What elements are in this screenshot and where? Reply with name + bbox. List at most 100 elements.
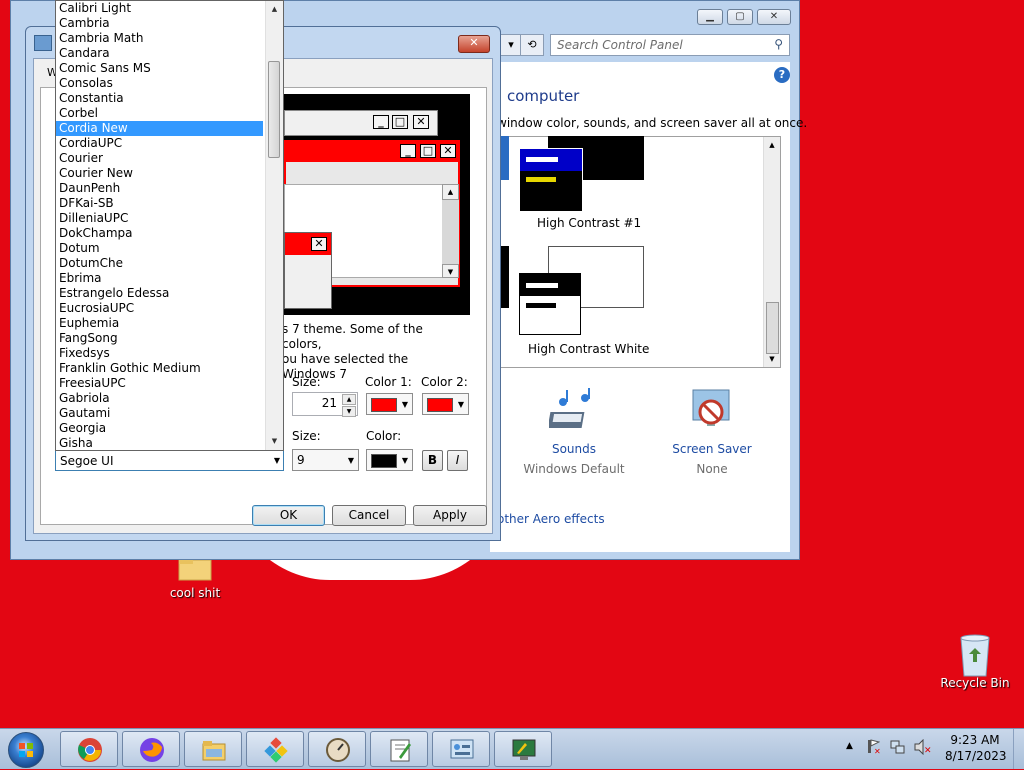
font-list-item[interactable]: Fixedsys — [56, 346, 263, 361]
font-select[interactable]: Segoe UI ▼ — [55, 450, 284, 471]
bold-button[interactable]: B — [422, 450, 443, 471]
theme-label[interactable]: High Contrast #1 — [537, 216, 641, 230]
font-list-item[interactable]: Estrangelo Edessa — [56, 286, 263, 301]
theme-thumbnail-hcw[interactable] — [519, 273, 581, 335]
scroll-up-icon[interactable]: ▲ — [266, 1, 283, 18]
font-list-item[interactable]: Franklin Gothic Medium — [56, 361, 263, 376]
font-color-swatch — [371, 454, 397, 468]
font-list-item[interactable]: Dotum — [56, 241, 263, 256]
font-list-item[interactable]: DaunPenh — [56, 181, 263, 196]
color1-picker[interactable]: ▼ — [366, 393, 413, 415]
color2-label: Color 2: — [421, 375, 468, 389]
scroll-thumb[interactable] — [766, 302, 779, 354]
desktop-icon-recycle-bin[interactable]: Recycle Bin — [935, 632, 1015, 690]
sounds-icon — [547, 386, 599, 436]
font-list-item[interactable]: Gisha — [56, 436, 263, 450]
font-list-item[interactable]: Consolas — [56, 76, 263, 91]
item-size-stepper[interactable]: 21 ▲ ▼ — [292, 392, 358, 417]
taskbar-app-button[interactable] — [494, 731, 552, 767]
taskbar-app-button[interactable] — [308, 731, 366, 767]
font-list-item[interactable]: Courier New — [56, 166, 263, 181]
preview-inactive-window[interactable]: _ □ ✕ — [284, 110, 438, 136]
taskbar-clock[interactable]: 9:23 AM 8/17/2023 — [945, 732, 1007, 764]
font-list-item[interactable]: Candara — [56, 46, 263, 61]
font-color-picker[interactable]: ▼ — [366, 449, 413, 471]
italic-button[interactable]: I — [447, 450, 468, 471]
action-center-icon[interactable]: ✕ — [866, 739, 881, 756]
font-list-item[interactable]: Euphemia — [56, 316, 263, 331]
taskbar-app-button[interactable] — [122, 731, 180, 767]
apply-button[interactable]: Apply — [413, 505, 487, 526]
close-button[interactable]: ✕ — [757, 9, 791, 25]
sounds-link[interactable]: Sounds Windows Default — [519, 386, 629, 476]
font-list-item[interactable]: DotumChe — [56, 256, 263, 271]
font-list-item[interactable]: FangSong — [56, 331, 263, 346]
font-dropdown-list[interactable]: Calibri Light Cambria Cambria Math Candara C… — [55, 0, 284, 451]
font-list-item[interactable]: Ebrima — [56, 271, 263, 286]
network-icon[interactable] — [890, 739, 906, 755]
font-list-item[interactable]: Georgia — [56, 421, 263, 436]
taskbar-app-button[interactable] — [184, 731, 242, 767]
preview-scrollbar[interactable]: ▲ ▼ — [442, 184, 459, 278]
font-size-select[interactable]: 9 ▼ — [292, 449, 359, 471]
preview-message-box[interactable]: ✕ — [284, 232, 332, 309]
cancel-button[interactable]: Cancel — [332, 505, 406, 526]
scroll-up-icon[interactable]: ▲ — [764, 141, 780, 149]
show-desktop-button[interactable] — [1013, 729, 1024, 769]
refresh-icon[interactable]: ⟲ — [520, 34, 544, 56]
font-list-item[interactable]: Calibri Light — [56, 1, 263, 16]
chevron-down-icon: ▼ — [273, 456, 280, 465]
font-list-item[interactable]: Comic Sans MS — [56, 61, 263, 76]
font-list-item[interactable]: Gabriola — [56, 391, 263, 406]
screen-saver-label[interactable]: Screen Saver — [657, 442, 767, 456]
font-list-scrollbar[interactable]: ▲ ▼ — [265, 1, 283, 450]
font-list-item[interactable]: EucrosiaUPC — [56, 301, 263, 316]
screen-saver-link[interactable]: Screen Saver None — [657, 386, 767, 476]
font-list-items: Calibri Light Cambria Cambria Math Candara C… — [56, 1, 283, 450]
theme-label[interactable]: High Contrast White — [528, 342, 649, 356]
font-list-item[interactable]: Courier — [56, 151, 263, 166]
increment-icon[interactable]: ▲ — [342, 394, 356, 405]
theme-list-scrollbar[interactable]: ▲ ▼ — [763, 137, 780, 367]
decrement-icon[interactable]: ▼ — [342, 406, 356, 417]
theme-thumbnail-hc1[interactable] — [519, 148, 583, 212]
address-dropdown-icon[interactable]: ▾ — [500, 34, 522, 56]
dialog-close-button[interactable]: ✕ — [458, 35, 490, 53]
maximize-button[interactable]: ▢ — [727, 9, 753, 25]
scroll-thumb[interactable] — [268, 61, 280, 158]
font-color-label: Color: — [366, 429, 402, 443]
font-list-item[interactable]: Gautami — [56, 406, 263, 421]
taskbar: ▲ ✕ ✕ — [0, 728, 1024, 769]
font-list-item[interactable]: Constantia — [56, 91, 263, 106]
font-list-item[interactable]: FreesiaUPC — [56, 376, 263, 391]
scroll-down-icon[interactable]: ▼ — [266, 433, 283, 450]
font-list-item[interactable]: Corbel — [56, 106, 263, 121]
start-button[interactable] — [8, 732, 44, 768]
font-list-item[interactable]: DilleniaUPC — [56, 211, 263, 226]
volume-muted-icon[interactable]: ✕ — [914, 738, 932, 756]
scroll-down-icon[interactable]: ▼ — [764, 355, 780, 363]
font-list-item[interactable]: Cambria Math — [56, 31, 263, 46]
description-line: s 7 theme. Some of the colors, — [282, 322, 423, 351]
font-list-item[interactable]: CordiaUPC — [56, 136, 263, 151]
taskbar-app-button[interactable] — [60, 731, 118, 767]
windows-logo-icon — [19, 743, 33, 757]
minimize-button[interactable]: ▁ — [697, 9, 723, 25]
taskbar-app-button[interactable] — [370, 731, 428, 767]
font-list-item[interactable]: DFKai-SB — [56, 196, 263, 211]
search-icon[interactable]: ⚲ — [774, 37, 783, 51]
taskbar-app-button[interactable] — [246, 731, 304, 767]
ok-button[interactable]: OK — [252, 505, 325, 526]
sounds-label[interactable]: Sounds — [519, 442, 629, 456]
close-icon: ✕ — [311, 237, 327, 251]
font-list-item[interactable]: Cambria — [56, 16, 263, 31]
help-icon[interactable]: ? — [774, 67, 790, 83]
color2-picker[interactable]: ▼ — [422, 393, 469, 415]
search-input[interactable]: Search Control Panel ⚲ — [550, 34, 790, 56]
tray-expand-icon[interactable]: ▲ — [846, 741, 853, 751]
aero-effects-link[interactable]: other Aero effects — [497, 512, 605, 526]
font-list-item[interactable]: Cordia New — [56, 121, 263, 136]
item-size-label: Size: — [292, 375, 321, 389]
font-list-item[interactable]: DokChampa — [56, 226, 263, 241]
taskbar-app-button[interactable] — [432, 731, 490, 767]
